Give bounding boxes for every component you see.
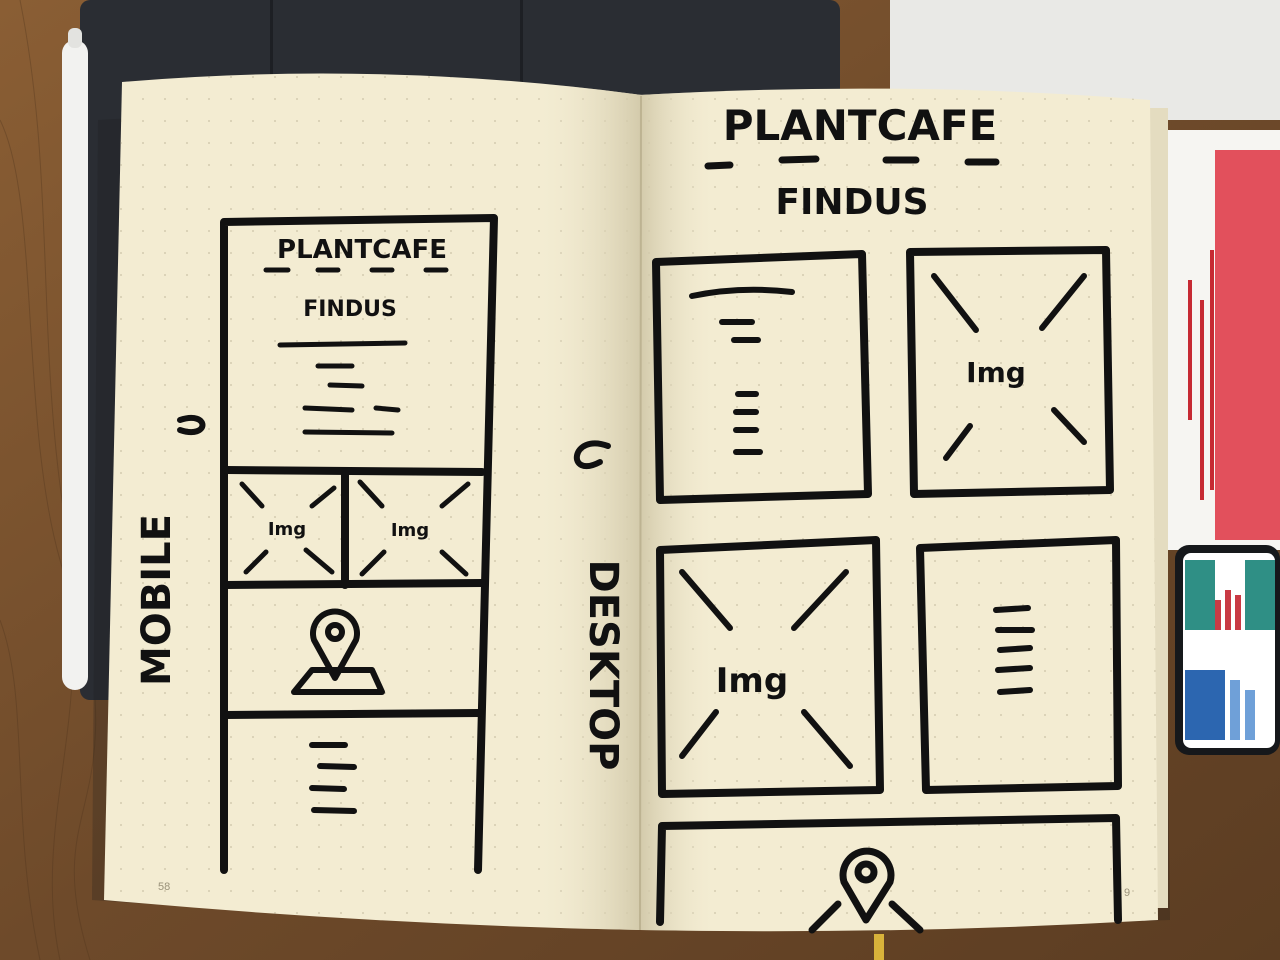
mobile-divider-1 <box>222 466 486 476</box>
notebook-photo: PLANTCAFE FINDUS Img Img MOBILE 58 PLANT… <box>0 0 1280 960</box>
left-page-number: 58 <box>158 881 170 893</box>
right-page-number: 9 <box>1124 887 1130 899</box>
mobile-subtitle: FINDUS <box>303 297 397 322</box>
mobile-side-label: MOBILE <box>134 514 180 686</box>
desktop-image-label-1: Img <box>966 356 1026 389</box>
mobile-image-label-2: Img <box>391 520 429 541</box>
mobile-divider-2 <box>222 579 486 589</box>
bookmark-ribbon <box>874 934 884 960</box>
desktop-side-label: DESKTOP <box>580 560 626 771</box>
desktop-title: PLANTCAFE <box>723 101 998 150</box>
mobile-image-label-1: Img <box>268 519 306 540</box>
apple-pencil <box>62 40 88 690</box>
spine-crease <box>639 95 642 931</box>
mobile-title: PLANTCAFE <box>277 235 447 265</box>
mobile-divider-3 <box>222 709 484 719</box>
card-red-block <box>1215 150 1280 540</box>
desktop-image-label-2: Img <box>716 661 788 701</box>
desktop-subtitle: FINDUS <box>775 182 928 223</box>
left-page <box>104 73 642 930</box>
pencil-tip <box>68 28 82 48</box>
